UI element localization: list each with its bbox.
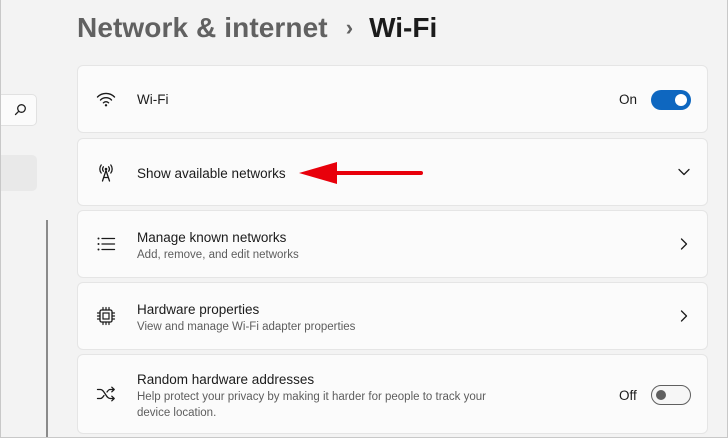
search-button[interactable] — [1, 94, 37, 126]
available-networks-title: Show available networks — [137, 166, 286, 181]
nav-item-selected[interactable] — [1, 155, 37, 191]
wifi-toggle[interactable] — [651, 90, 691, 110]
random-addresses-state-label: Off — [619, 388, 637, 403]
shuffle-icon — [96, 386, 115, 402]
random-addresses-card: Random hardware addresses Help protect y… — [77, 354, 708, 434]
list-icon — [97, 237, 116, 251]
toggle-knob — [656, 390, 666, 400]
hardware-properties-card[interactable]: Hardware properties View and manage Wi-F… — [77, 282, 708, 350]
wifi-title: Wi-Fi — [137, 92, 169, 107]
search-icon — [14, 104, 26, 116]
breadcrumb: Network & internet › Wi-Fi — [77, 8, 437, 48]
known-networks-subtitle: Add, remove, and edit networks — [137, 249, 299, 261]
settings-window: Network & internet › Wi-Fi Wi-Fi On Show… — [0, 0, 728, 438]
wifi-card: Wi-Fi On — [77, 65, 708, 133]
breadcrumb-parent[interactable]: Network & internet — [77, 12, 328, 44]
antenna-icon — [99, 164, 113, 182]
known-networks-title: Manage known networks — [137, 230, 287, 245]
toggle-knob — [675, 94, 687, 106]
wifi-icon — [96, 92, 116, 107]
chevron-right-icon[interactable] — [677, 237, 691, 251]
random-addresses-subtitle-line2: device location. — [137, 407, 217, 419]
known-networks-card[interactable]: Manage known networks Add, remove, and e… — [77, 210, 708, 278]
page-title: Wi-Fi — [369, 12, 438, 43]
random-addresses-toggle[interactable] — [651, 385, 691, 405]
annotation-arrow-icon — [299, 162, 423, 184]
nav-scrollbar[interactable] — [46, 220, 48, 437]
random-addresses-title: Random hardware addresses — [137, 372, 315, 387]
hardware-properties-subtitle: View and manage Wi-Fi adapter properties — [137, 321, 356, 333]
chip-icon — [96, 306, 116, 326]
random-addresses-subtitle-line1: Help protect your privacy by making it h… — [137, 391, 486, 403]
hardware-properties-title: Hardware properties — [137, 302, 260, 317]
breadcrumb-separator-icon: › — [345, 15, 354, 40]
chevron-down-icon[interactable] — [677, 165, 691, 179]
chevron-right-icon[interactable] — [677, 309, 691, 323]
wifi-state-label: On — [619, 92, 638, 107]
